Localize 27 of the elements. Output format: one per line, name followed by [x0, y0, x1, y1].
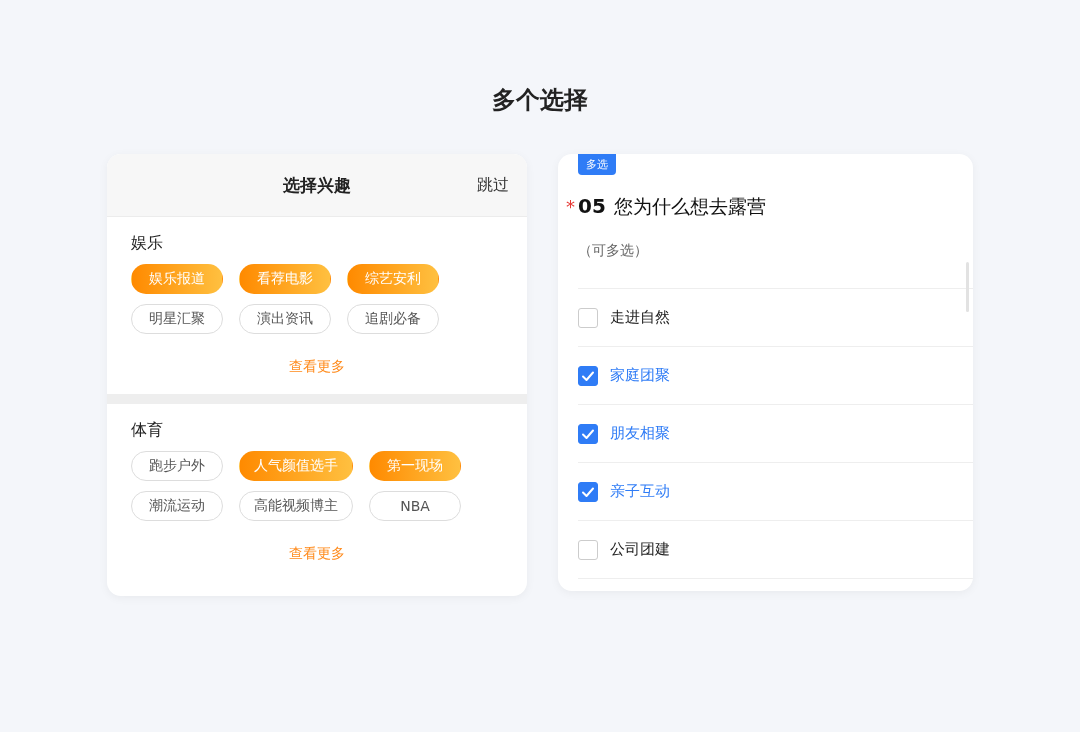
- checkbox[interactable]: [578, 365, 598, 386]
- option-label[interactable]: 亲子互动: [610, 482, 670, 501]
- checkbox[interactable]: [578, 539, 598, 560]
- option-label[interactable]: 公司团建: [610, 540, 670, 559]
- interest-tag[interactable]: 潮流运动: [131, 491, 223, 521]
- question-number: 05: [578, 194, 606, 218]
- interest-tag[interactable]: 演出资讯: [239, 304, 331, 334]
- question-hint: （可多选）: [578, 242, 649, 260]
- interest-tag[interactable]: 高能视频博主: [239, 491, 353, 521]
- checkbox[interactable]: [578, 481, 598, 502]
- required-mark: *: [566, 196, 576, 217]
- checkbox[interactable]: [578, 307, 598, 328]
- card-title: 选择兴趣: [283, 173, 351, 197]
- interest-tag[interactable]: 跑步户外: [131, 451, 223, 481]
- skip-link[interactable]: 跳过: [477, 174, 509, 196]
- interest-tag[interactable]: 明星汇聚: [131, 304, 223, 334]
- section-label: 娱乐: [131, 233, 164, 254]
- option-label[interactable]: 走进自然: [610, 308, 670, 327]
- question-title: 您为什么想去露营: [613, 194, 766, 219]
- section-label: 体育: [131, 420, 164, 441]
- option-label[interactable]: 朋友相聚: [610, 424, 670, 443]
- interest-tag[interactable]: NBA: [369, 491, 461, 521]
- checkbox[interactable]: [578, 423, 598, 444]
- page-heading: 多个选择: [492, 85, 588, 116]
- interest-tag[interactable]: 追剧必备: [347, 304, 439, 334]
- multi-select-badge: 多选: [578, 154, 616, 175]
- option-label[interactable]: 家庭团聚: [610, 366, 670, 385]
